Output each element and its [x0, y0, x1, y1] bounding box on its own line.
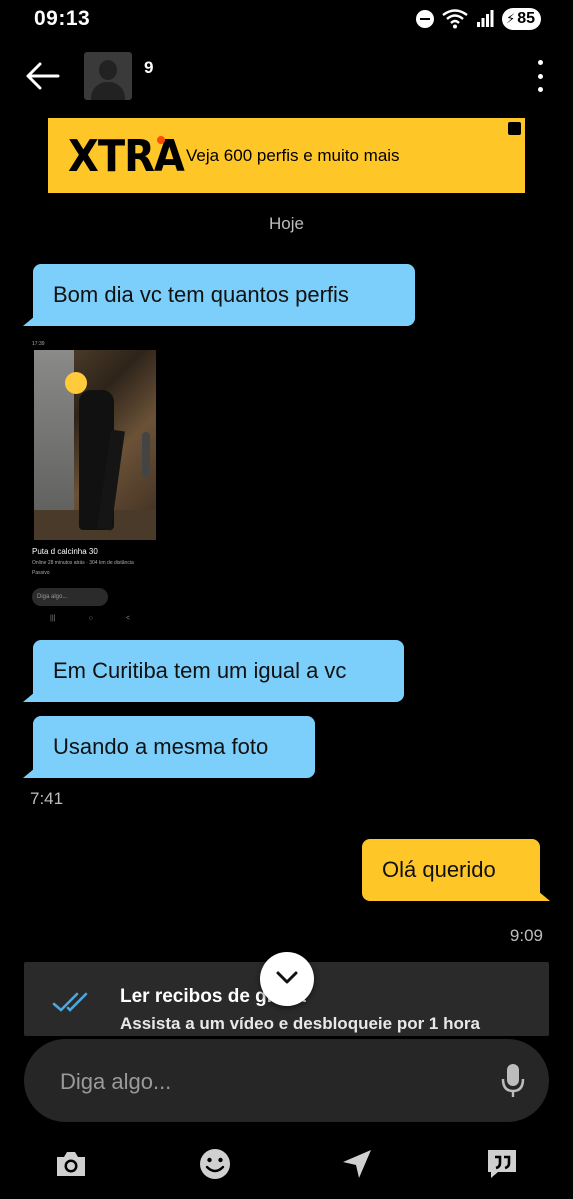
grindr-mask-icon [508, 122, 521, 135]
incoming-message[interactable]: Bom dia vc tem quantos perfis [23, 264, 415, 326]
back-arrow-icon[interactable] [24, 60, 60, 92]
message-text: Em Curitiba tem um igual a vc [53, 658, 347, 683]
scroll-to-bottom-button[interactable] [260, 952, 314, 1006]
chat-header: 9 [0, 46, 573, 108]
photo-status-bar: 17:39 [32, 341, 45, 347]
message-text: Olá querido [382, 857, 496, 882]
image-message[interactable]: 17:39 Puta d calcinha 30 Online 28 minut… [30, 340, 158, 630]
message-text: Bom dia vc tem quantos perfis [53, 282, 349, 307]
chevron-down-icon [276, 971, 298, 984]
contact-avatar[interactable] [84, 52, 132, 100]
photo-input: Diga algo... [32, 588, 108, 606]
microphone-icon[interactable] [501, 1063, 525, 1099]
outgoing-message[interactable]: Olá querido [362, 839, 550, 901]
photo-profile-info: Online 28 minutos atrás · 304 km de dist… [32, 560, 134, 566]
message-time: 7:41 [30, 789, 64, 808]
status-icons: ⚡ 85 [416, 8, 541, 30]
xtra-logo: XTRA [68, 132, 185, 182]
more-options-icon[interactable] [535, 60, 545, 92]
wifi-icon [442, 9, 468, 29]
photo-profile-name: Puta d calcinha 30 [32, 547, 98, 556]
message-text: Usando a mesma foto [53, 734, 269, 759]
banner-text: Veja 600 perfis e muito mais [186, 146, 400, 165]
signal-icon [477, 10, 494, 27]
photo-nav-bar: ||| ○ < [50, 615, 130, 622]
logo-dot [157, 136, 165, 144]
incoming-message[interactable]: Usando a mesma foto [23, 716, 315, 778]
do-not-disturb-icon [416, 10, 435, 28]
input-placeholder: Diga algo... [60, 1069, 172, 1094]
emoji-icon[interactable] [197, 1146, 233, 1182]
xtra-banner[interactable]: XTRA Veja 600 perfis e muito mais [48, 118, 525, 193]
message-input[interactable]: Diga algo... [24, 1039, 549, 1122]
date-separator: Hoje [269, 214, 304, 233]
battery-level: 85 [517, 10, 535, 27]
status-bar: 09:13 ⚡ 85 [0, 0, 573, 40]
bottom-toolbar [0, 1140, 573, 1190]
location-icon[interactable] [339, 1146, 375, 1182]
contact-name[interactable]: 9 [144, 58, 153, 78]
status-time: 09:13 [34, 7, 91, 30]
phrases-icon[interactable] [484, 1146, 520, 1182]
charging-icon: ⚡ [506, 11, 516, 26]
camera-icon[interactable] [53, 1146, 89, 1182]
emoji-sticker-icon [65, 372, 87, 394]
photo-profile-tag: Passivo [32, 570, 50, 576]
message-time: 9:09 [509, 926, 543, 945]
incoming-message[interactable]: Em Curitiba tem um igual a vc [23, 640, 404, 702]
upsell-subtitle: Assista a um vídeo e desbloqueie por 1 h… [120, 1014, 480, 1033]
battery-indicator: ⚡ 85 [502, 8, 541, 30]
double-check-icon [52, 992, 88, 1012]
photo-image [34, 350, 156, 540]
